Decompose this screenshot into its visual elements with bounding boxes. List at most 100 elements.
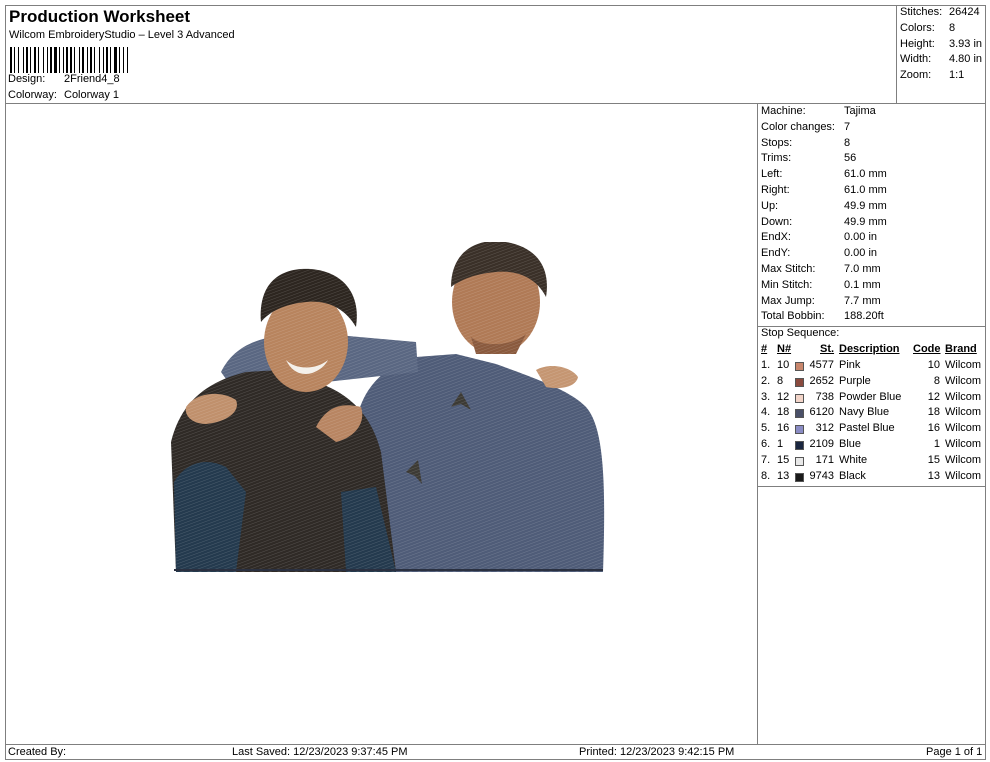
stitch-count: 171: [815, 453, 834, 466]
width-label: Width:: [900, 53, 932, 65]
machine-info-value: 49.9 mm: [844, 199, 887, 212]
last-saved: Last Saved: 12/23/2023 9:37:45 PM: [232, 746, 408, 758]
machine-info-value: 49.9 mm: [844, 215, 887, 228]
width-value: 4.80 in: [949, 53, 983, 65]
software-subtitle: Wilcom EmbroideryStudio – Level 3 Advanc…: [9, 29, 235, 41]
machine-info-value: 7.0 mm: [844, 263, 881, 275]
thread-description: Black: [839, 469, 866, 482]
stop-num: 3.: [761, 390, 771, 403]
thread-code: 12: [927, 390, 940, 403]
barcode-image: [10, 47, 128, 73]
col-header-code: Code: [913, 343, 941, 355]
printed-date: Printed: 12/23/2023 9:42:15 PM: [579, 746, 735, 758]
needle-number: 16: [777, 422, 790, 435]
stop-num: 7.: [761, 453, 771, 466]
stitch-count: 4577: [809, 359, 834, 371]
machine-info-label: Trims:: [761, 152, 792, 165]
stop-num: 2.: [761, 374, 771, 387]
machine-info-value: 56: [844, 152, 857, 165]
embroidery-design-image: [166, 242, 606, 572]
machine-info-label: EndY:: [761, 247, 791, 260]
design-value: 2Friend4_8: [64, 73, 120, 85]
design-summary: Stitches: 26424 Colors: 8 Height: 3.93 i…: [896, 5, 989, 104]
machine-info-panel: Machine: Tajima Color changes: 7 Stops: 8 Trim…: [757, 103, 986, 745]
color-swatch: [795, 441, 804, 450]
col-header-num: #: [761, 343, 768, 355]
thread-brand: Wilcom: [945, 374, 982, 387]
color-swatch: [795, 472, 804, 482]
needle-number: 8: [777, 374, 784, 387]
machine-info-value: 61.0 mm: [844, 184, 887, 196]
thread-brand: Wilcom: [945, 438, 982, 450]
col-header-description: Description: [839, 343, 900, 355]
created-by: Created By:: [8, 746, 67, 758]
machine-info-label: Max Stitch:: [761, 263, 816, 275]
height-value: 3.93 in: [949, 38, 983, 50]
thread-description: Pastel Blue: [839, 422, 895, 435]
machine-info-label: Left:: [761, 168, 783, 181]
stop-sequence-title: Stop Sequence:: [761, 327, 840, 339]
thread-description: Pink: [839, 359, 861, 371]
thread-code: 1: [933, 438, 940, 450]
thread-brand: Wilcom: [945, 406, 982, 419]
color-swatch: [795, 409, 804, 419]
stitches-label: Stitches:: [900, 6, 943, 18]
design-preview-area: [5, 103, 759, 745]
stop-num: 8.: [761, 469, 771, 482]
color-swatch: [795, 377, 804, 387]
stitch-count: 312: [815, 422, 834, 435]
worksheet-header: Production Worksheet Wilcom EmbroiderySt…: [5, 5, 986, 104]
stitch-count: 2652: [809, 374, 834, 387]
thread-brand: Wilcom: [945, 469, 982, 482]
machine-info-value: 0.00 in: [844, 231, 878, 244]
divider: [758, 486, 985, 487]
machine-info-value: 7: [844, 120, 851, 133]
machine-info-label: Stops:: [761, 136, 793, 149]
machine-info-label: EndX:: [761, 231, 791, 244]
stop-num: 5.: [761, 422, 771, 435]
zoom-label: Zoom:: [900, 69, 932, 81]
stitch-count: 2109: [809, 438, 834, 450]
colorway-value: Colorway 1: [64, 89, 120, 101]
machine-info-label: Max Jump:: [761, 294, 815, 307]
machine-info-label: Min Stitch:: [761, 278, 813, 291]
thread-description: Navy Blue: [839, 406, 890, 419]
zoom-value: 1:1: [949, 69, 965, 81]
stitch-count: 6120: [809, 406, 834, 419]
worksheet-footer: Created By: Last Saved: 12/23/2023 9:37:…: [5, 744, 986, 760]
stop-num: 4.: [761, 406, 771, 419]
machine-info-label: Total Bobbin:: [761, 310, 825, 323]
needle-number: 13: [777, 469, 790, 482]
needle-number: 12: [777, 390, 790, 403]
thread-code: 18: [927, 406, 940, 419]
stitch-count: 9743: [809, 469, 834, 482]
thread-brand: Wilcom: [945, 453, 982, 466]
colors-label: Colors:: [900, 22, 935, 34]
page-title: Production Worksheet: [9, 7, 191, 26]
thread-brand: Wilcom: [945, 422, 982, 435]
machine-info-value: Tajima: [844, 105, 876, 117]
machine-info-label: Right:: [761, 184, 790, 196]
machine-info-label: Color changes:: [761, 120, 835, 133]
machine-info-value: 7.7 mm: [844, 294, 881, 307]
thread-description: White: [839, 453, 868, 466]
colorway-label: Colorway:: [8, 89, 57, 101]
height-label: Height:: [900, 38, 935, 50]
col-header-brand: Brand: [945, 343, 977, 355]
thread-description: Purple: [839, 374, 871, 387]
thread-code: 15: [927, 453, 940, 466]
col-header-stitches: St.: [820, 343, 835, 355]
colors-value: 8: [949, 22, 956, 34]
color-swatch: [795, 362, 804, 371]
stitches-value: 26424: [949, 6, 980, 18]
needle-number: 1: [777, 438, 784, 450]
thread-code: 10: [927, 359, 940, 371]
color-swatch: [795, 393, 804, 403]
machine-info-value: 61.0 mm: [844, 168, 887, 181]
thread-code: 8: [933, 374, 940, 387]
machine-info-value: 8: [844, 136, 851, 149]
stop-num: 6.: [761, 438, 771, 450]
machine-info-value: 188.20ft: [844, 310, 884, 323]
machine-info-value: 0.1 mm: [844, 278, 881, 291]
color-swatch: [795, 425, 804, 435]
